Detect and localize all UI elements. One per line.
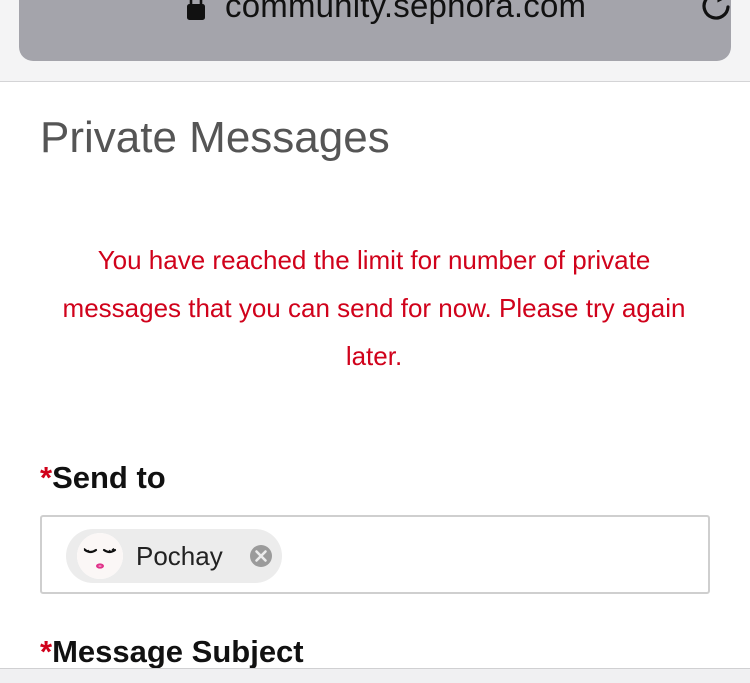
lock-icon — [187, 0, 205, 20]
error-message: You have reached the limit for number of… — [62, 245, 686, 371]
url-text: community.sephora.com — [225, 0, 587, 24]
avatar-face-icon — [77, 533, 123, 579]
main-content: Private Messages You have reached the li… — [0, 83, 750, 671]
required-marker: * — [40, 634, 53, 669]
recipient-chip[interactable]: Pochay — [66, 529, 282, 583]
send-to-label: *Send to — [40, 459, 166, 497]
recipient-name: Pochay — [136, 541, 223, 571]
browser-address-bar: community.sephora.com — [0, 0, 750, 82]
reload-icon[interactable] — [699, 0, 733, 24]
send-to-input[interactable]: Pochay — [40, 515, 710, 594]
send-to-label-text: Send to — [52, 460, 166, 495]
url-field[interactable]: community.sephora.com — [19, 0, 731, 61]
page-title: Private Messages — [40, 113, 390, 162]
browser-bottom-toolbar — [0, 668, 750, 683]
required-marker: * — [40, 460, 53, 495]
remove-circle-icon[interactable] — [249, 544, 273, 568]
message-subject-label: *Message Subject — [40, 633, 304, 671]
message-subject-label-text: Message Subject — [52, 634, 304, 669]
